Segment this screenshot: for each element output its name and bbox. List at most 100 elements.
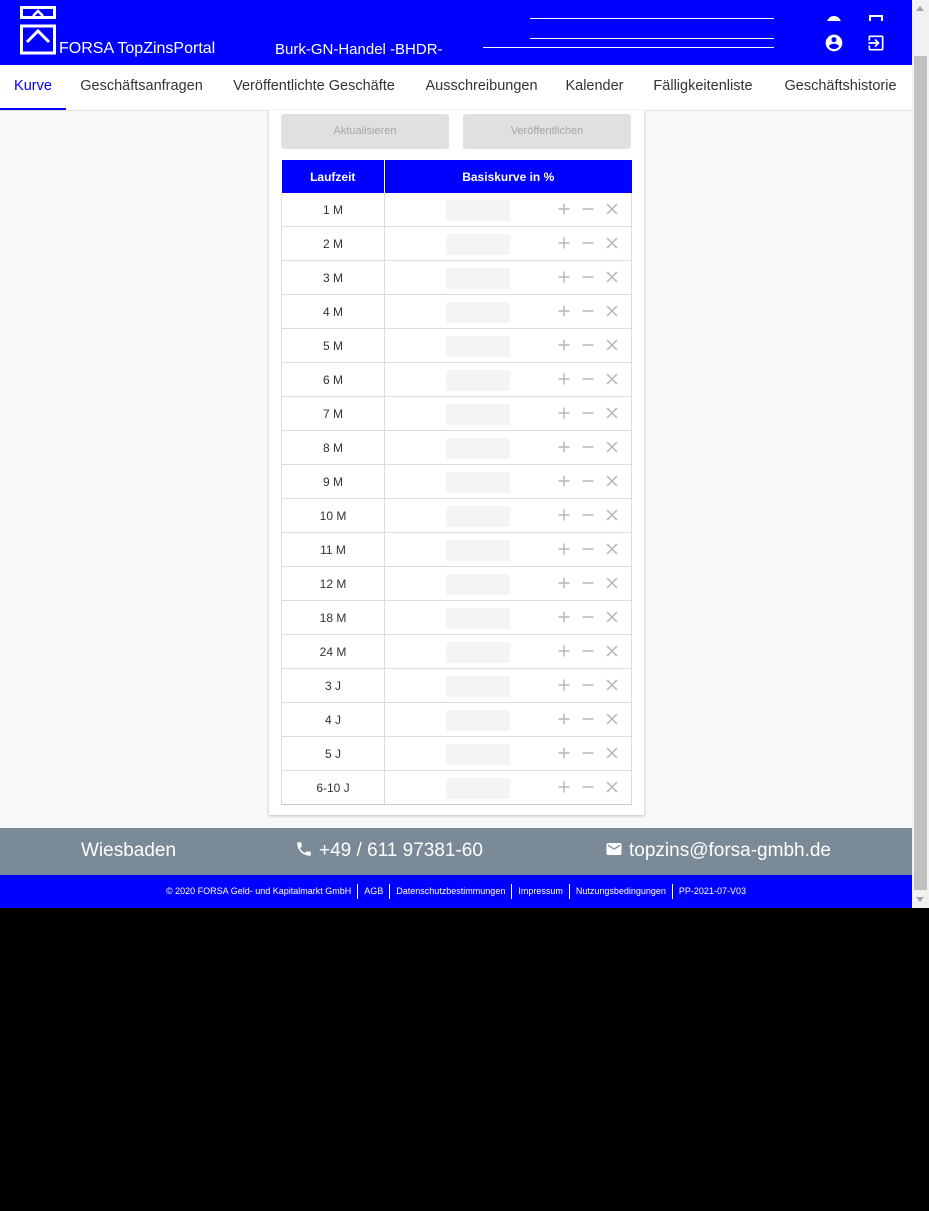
minus-icon[interactable] (581, 508, 595, 522)
plus-icon[interactable] (557, 780, 571, 794)
close-icon[interactable] (605, 440, 619, 454)
basiskurve-input[interactable] (446, 336, 510, 357)
close-icon[interactable] (605, 474, 619, 488)
close-icon[interactable] (605, 338, 619, 352)
scroll-down-arrow[interactable] (916, 897, 924, 902)
close-icon[interactable] (605, 406, 619, 420)
plus-icon[interactable] (557, 508, 571, 522)
minus-icon[interactable] (581, 542, 595, 556)
plus-icon[interactable] (557, 440, 571, 454)
minus-icon[interactable] (581, 712, 595, 726)
logout-icon[interactable] (866, 33, 886, 53)
plus-icon[interactable] (557, 236, 571, 250)
basiskurve-input[interactable] (446, 472, 510, 493)
basiskurve-input[interactable] (446, 234, 510, 255)
tab-veroeffentlichte-geschaefte[interactable]: Veröffentlichte Geschäfte (217, 65, 411, 108)
basiskurve-input[interactable] (446, 200, 510, 221)
plus-icon[interactable] (557, 304, 571, 318)
basiskurve-input[interactable] (446, 676, 510, 697)
tab-geschaeftsanfragen[interactable]: Geschäftsanfragen (66, 65, 217, 108)
close-icon[interactable] (605, 372, 619, 386)
minus-icon[interactable] (581, 746, 595, 760)
help-icon[interactable] (826, 15, 842, 21)
tab-ausschreibungen[interactable]: Ausschreibungen (411, 65, 552, 108)
close-icon[interactable] (605, 304, 619, 318)
minus-icon[interactable] (581, 610, 595, 624)
close-icon[interactable] (605, 542, 619, 556)
footer-phone[interactable]: +49 / 611 97381-60 (295, 840, 483, 862)
minus-icon[interactable] (581, 304, 595, 318)
minus-icon[interactable] (581, 474, 595, 488)
plus-icon[interactable] (557, 474, 571, 488)
publish-button[interactable]: Veröffentlichen (463, 114, 631, 149)
minus-icon[interactable] (581, 644, 595, 658)
basiskurve-input[interactable] (446, 574, 510, 595)
basiskurve-input[interactable] (446, 608, 510, 629)
basiskurve-cell (384, 600, 632, 635)
footer-email[interactable]: topzins@forsa-gmbh.de (605, 840, 831, 862)
basiskurve-input[interactable] (446, 710, 510, 731)
basiskurve-input[interactable] (446, 302, 510, 323)
minus-icon[interactable] (581, 678, 595, 692)
tab-kurve[interactable]: Kurve (0, 65, 66, 108)
plus-icon[interactable] (557, 542, 571, 556)
minus-icon[interactable] (581, 372, 595, 386)
close-icon[interactable] (605, 236, 619, 250)
plus-icon[interactable] (557, 372, 571, 386)
close-icon[interactable] (605, 644, 619, 658)
tab-geschaeftshistorie[interactable]: Geschäftshistorie (769, 65, 912, 108)
refresh-button[interactable]: Aktualisieren (281, 114, 449, 149)
basiskurve-input[interactable] (446, 370, 510, 391)
close-icon[interactable] (605, 270, 619, 284)
plus-icon[interactable] (557, 270, 571, 284)
plus-icon[interactable] (557, 644, 571, 658)
minus-icon[interactable] (581, 406, 595, 420)
close-icon[interactable] (605, 780, 619, 794)
close-icon[interactable] (605, 508, 619, 522)
minus-icon[interactable] (581, 270, 595, 284)
scrollbar-thumb[interactable] (914, 56, 927, 890)
close-icon[interactable] (605, 610, 619, 624)
laufzeit-cell: 1 M (281, 193, 385, 227)
table-row: 7 M (281, 396, 632, 431)
plus-icon[interactable] (557, 712, 571, 726)
basiskurve-input[interactable] (446, 744, 510, 765)
plus-icon[interactable] (557, 576, 571, 590)
plus-icon[interactable] (557, 746, 571, 760)
minus-icon[interactable] (581, 780, 595, 794)
plus-icon[interactable] (557, 406, 571, 420)
close-icon[interactable] (605, 202, 619, 216)
minus-icon[interactable] (581, 236, 595, 250)
laufzeit-cell: 6 M (281, 362, 385, 397)
basiskurve-input[interactable] (446, 404, 510, 425)
tab-faelligkeitenliste[interactable]: Fälligkeitenliste (637, 65, 769, 108)
nutzungsbedingungen-link[interactable]: Nutzungsbedingungen (568, 884, 672, 899)
close-icon[interactable] (605, 746, 619, 760)
datenschutz-link[interactable]: Datenschutzbestimmungen (389, 884, 511, 899)
plus-icon[interactable] (557, 338, 571, 352)
basiskurve-input[interactable] (446, 268, 510, 289)
close-icon[interactable] (605, 678, 619, 692)
minus-icon[interactable] (581, 338, 595, 352)
basiskurve-input[interactable] (446, 778, 510, 799)
tab-kalender[interactable]: Kalender (552, 65, 637, 108)
plus-icon[interactable] (557, 202, 571, 216)
scroll-up-arrow[interactable] (916, 6, 924, 11)
vertical-scrollbar[interactable] (912, 0, 929, 908)
basiskurve-input[interactable] (446, 642, 510, 663)
table-row: 4 J (281, 702, 632, 737)
close-icon[interactable] (605, 712, 619, 726)
plus-icon[interactable] (557, 610, 571, 624)
close-icon[interactable] (605, 576, 619, 590)
basiskurve-input[interactable] (446, 506, 510, 527)
plus-icon[interactable] (557, 678, 571, 692)
minus-icon[interactable] (581, 440, 595, 454)
basiskurve-input[interactable] (446, 438, 510, 459)
impressum-link[interactable]: Impressum (511, 884, 569, 899)
window-icon[interactable] (868, 15, 884, 21)
agb-link[interactable]: AGB (357, 884, 389, 899)
account-circle-icon[interactable] (824, 33, 844, 53)
basiskurve-input[interactable] (446, 540, 510, 561)
minus-icon[interactable] (581, 576, 595, 590)
minus-icon[interactable] (581, 202, 595, 216)
